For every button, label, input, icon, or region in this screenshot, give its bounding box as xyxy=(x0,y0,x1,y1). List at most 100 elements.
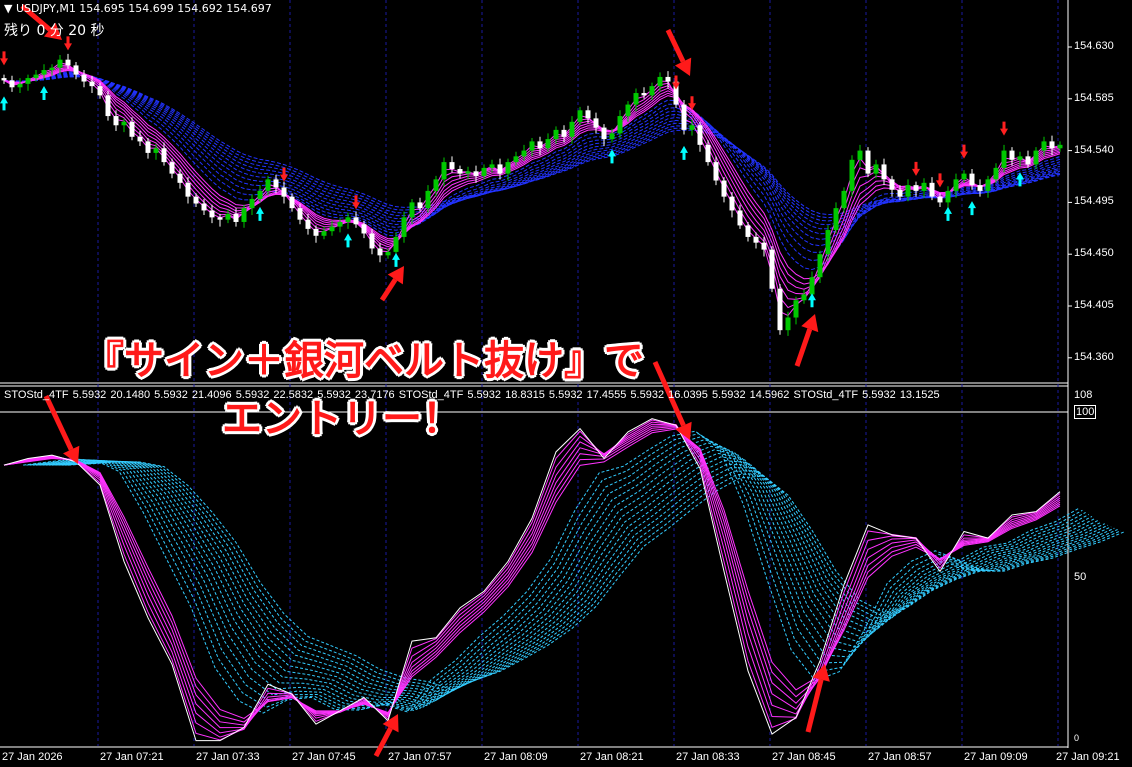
stoch-fast-band-line xyxy=(3,419,1061,741)
candle-body xyxy=(849,159,855,191)
candle-body xyxy=(801,294,807,301)
candle-body xyxy=(441,162,447,180)
candle-body xyxy=(601,127,607,140)
candle-body xyxy=(905,185,911,197)
ind-axis-label: 50 xyxy=(1074,571,1087,583)
stoch-slow-band-line xyxy=(51,460,1109,701)
signal-up-arrow-icon xyxy=(944,206,952,221)
candle-body xyxy=(265,179,271,191)
candle-body xyxy=(793,300,799,318)
candle-body xyxy=(513,156,519,163)
time-axis-label: 27 Jan 07:33 xyxy=(196,751,260,763)
signal-down-arrow-icon xyxy=(1000,121,1008,136)
candle-body xyxy=(177,173,183,183)
candle-body xyxy=(649,86,655,96)
candle-body xyxy=(233,213,239,222)
candle-body xyxy=(761,242,767,250)
candle-body xyxy=(521,150,527,157)
candle-body xyxy=(393,236,399,252)
price-axis-label: 154.630 xyxy=(1074,40,1114,52)
time-axis-label: 27 Jan 07:45 xyxy=(292,751,356,763)
candle-body xyxy=(41,70,47,75)
candle-body xyxy=(497,164,503,174)
candle-body xyxy=(961,173,967,180)
candle-body xyxy=(769,249,775,289)
candle-body xyxy=(241,208,247,222)
candle-body xyxy=(729,196,735,211)
candle-body xyxy=(201,203,207,211)
time-axis-label: 27 Jan 08:45 xyxy=(772,751,836,763)
candle-body xyxy=(457,169,463,174)
candle-body xyxy=(553,129,559,140)
candle-body xyxy=(913,185,919,191)
candle-body xyxy=(633,93,639,105)
candle-body xyxy=(409,202,415,218)
fast-band-line xyxy=(3,65,1061,300)
time-axis-label: 27 Jan 08:33 xyxy=(676,751,740,763)
symbol-info: ▼ USDJPY,M1 154.695 154.699 154.692 154.… xyxy=(4,2,272,15)
time-axis-label: 27 Jan 07:21 xyxy=(100,751,164,763)
candle-body xyxy=(937,196,943,203)
candle-body xyxy=(353,217,359,225)
signal-down-arrow-icon xyxy=(0,51,8,66)
signal-down-arrow-icon xyxy=(672,75,680,90)
candle-body xyxy=(833,208,839,231)
candle-body xyxy=(505,162,511,174)
stoch-slow-band-line xyxy=(29,435,1086,711)
candle-body xyxy=(537,141,543,149)
collapse-triangle-icon[interactable]: ▼ xyxy=(4,2,16,15)
candle-body xyxy=(297,208,303,220)
candle-body xyxy=(561,129,567,137)
ind-axis-label: 108 xyxy=(1074,389,1093,401)
indicator-label: STOStd_4TF 5.5932 20.1480 5.5932 21.4096… xyxy=(4,389,940,401)
time-axis-label: 27 Jan 09:21 xyxy=(1056,751,1120,763)
candle-body xyxy=(689,125,695,130)
annotation-arrow-shaft xyxy=(665,28,686,63)
candle-body xyxy=(993,167,999,180)
stoch-main-line xyxy=(3,418,1061,742)
signal-up-arrow-icon xyxy=(392,252,400,267)
candle-body xyxy=(449,162,455,170)
candle-body xyxy=(953,179,959,191)
candle-body xyxy=(625,104,631,117)
candle-body xyxy=(617,116,623,134)
bar-timer: 残り 0 分 20 秒 xyxy=(4,23,105,39)
candle-body xyxy=(337,221,343,227)
signal-up-arrow-icon xyxy=(256,206,264,221)
candle-body xyxy=(281,187,287,197)
candle-body xyxy=(481,167,487,176)
candle-body xyxy=(209,210,215,218)
signal-down-arrow-icon xyxy=(936,173,944,188)
candle-body xyxy=(329,226,335,232)
candle-body xyxy=(681,104,687,130)
candle-body xyxy=(385,251,391,256)
candle-body xyxy=(17,83,23,88)
price-axis-label: 154.450 xyxy=(1074,247,1114,260)
candle-body xyxy=(713,162,719,181)
fast-band-line xyxy=(3,69,1061,285)
ind-axis-label: 0 xyxy=(1074,733,1080,743)
candle-body xyxy=(345,217,351,222)
candle-body xyxy=(489,164,495,168)
time-axis-label: 27 Jan 08:09 xyxy=(484,751,548,763)
candle-body xyxy=(377,248,383,256)
candle-body xyxy=(369,233,375,249)
candle-body xyxy=(609,133,615,140)
candle-body xyxy=(657,76,663,87)
candle-body xyxy=(577,110,583,122)
candle-body xyxy=(545,139,551,149)
candle-body xyxy=(897,189,903,197)
slow-band-line xyxy=(3,71,1061,271)
stoch-fast-band-line xyxy=(3,425,1061,726)
candle-body xyxy=(593,118,599,128)
candle-body xyxy=(417,202,423,209)
candle-body xyxy=(705,144,711,163)
candle-body xyxy=(969,173,975,186)
candle-body xyxy=(169,162,175,174)
candle-body xyxy=(977,185,983,191)
candle-body xyxy=(105,95,111,117)
candle-body xyxy=(585,110,591,119)
slow-band-line xyxy=(3,72,1061,262)
candle-body xyxy=(721,180,727,197)
candle-body xyxy=(161,148,167,163)
